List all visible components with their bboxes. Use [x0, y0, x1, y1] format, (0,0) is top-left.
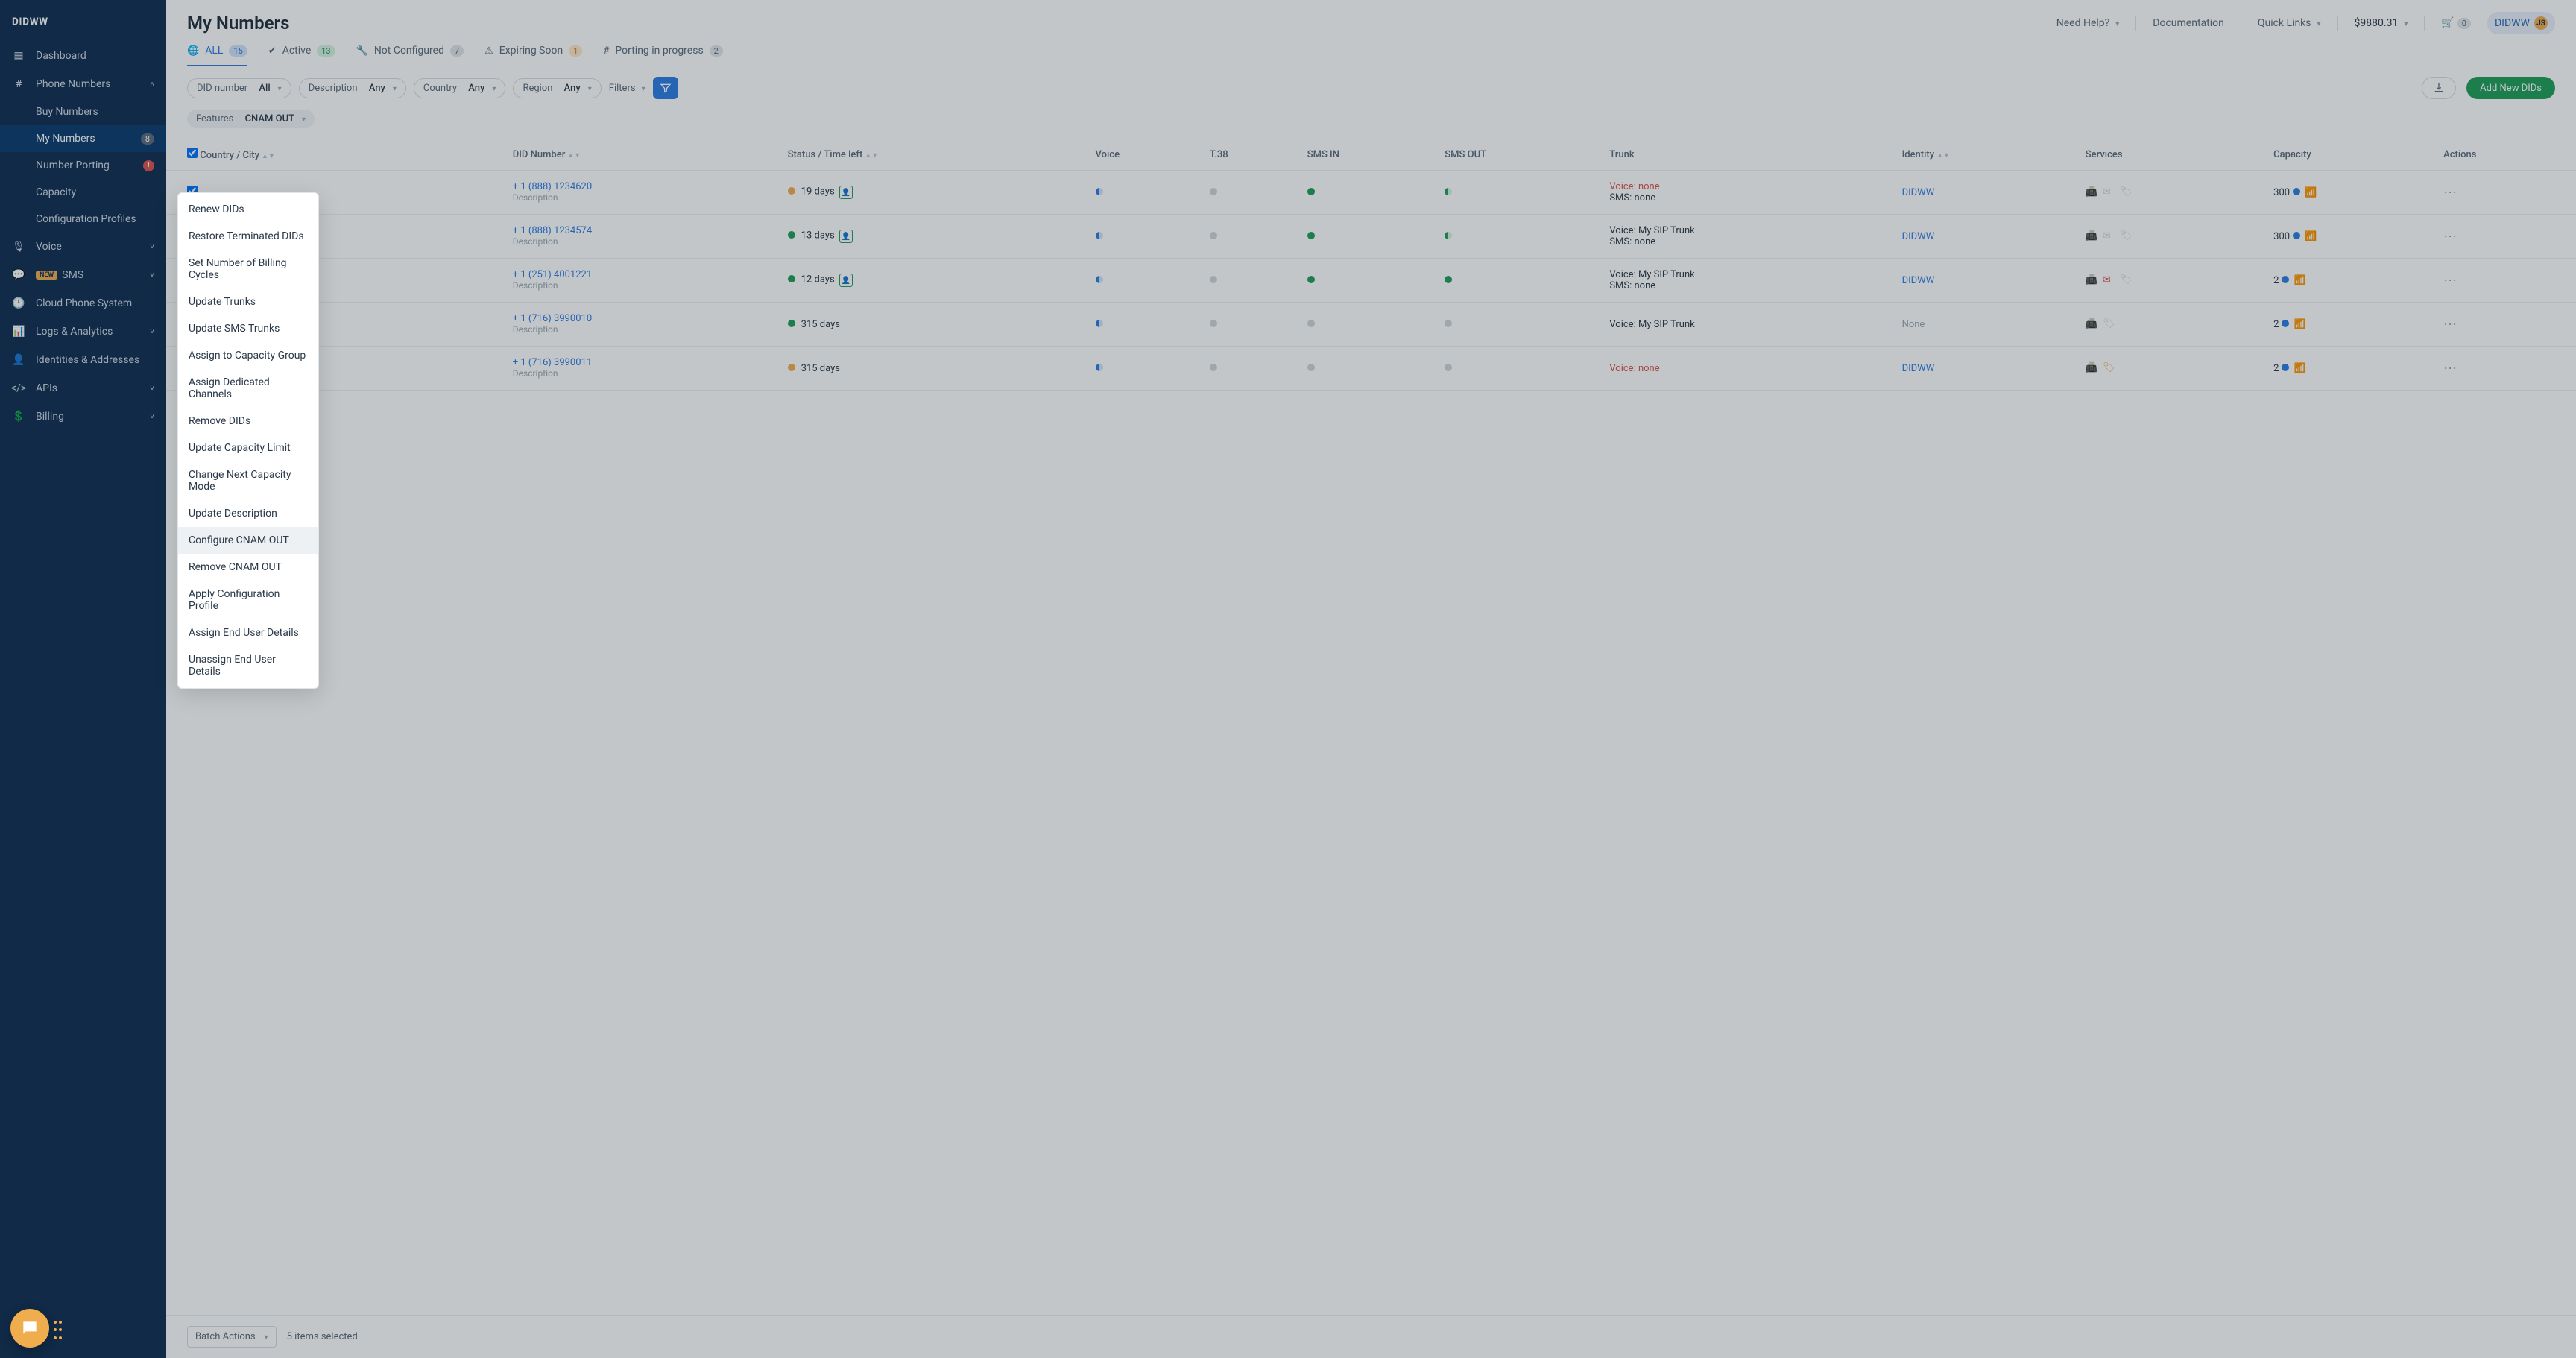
- dropdown-item-assign-dedicated-channels[interactable]: Assign Dedicated Channels: [178, 369, 318, 408]
- chat-drag-handle[interactable]: [54, 1321, 63, 1342]
- dropdown-item-update-sms-trunks[interactable]: Update SMS Trunks: [178, 315, 318, 342]
- chat-icon: [20, 1318, 40, 1338]
- dropdown-item-update-description[interactable]: Update Description: [178, 500, 318, 527]
- modal-overlay[interactable]: [0, 0, 2576, 1358]
- dropdown-item-restore-terminated-dids[interactable]: Restore Terminated DIDs: [178, 223, 318, 250]
- chat-fab[interactable]: [10, 1309, 49, 1348]
- dropdown-item-apply-configuration-profile[interactable]: Apply Configuration Profile: [178, 581, 318, 619]
- dropdown-item-remove-dids[interactable]: Remove DIDs: [178, 408, 318, 435]
- dropdown-item-assign-end-user-details[interactable]: Assign End User Details: [178, 619, 318, 646]
- batch-actions-dropdown: Renew DIDsRestore Terminated DIDsSet Num…: [177, 192, 319, 689]
- dropdown-item-assign-to-capacity-group[interactable]: Assign to Capacity Group: [178, 342, 318, 369]
- dropdown-item-renew-dids[interactable]: Renew DIDs: [178, 196, 318, 223]
- dropdown-item-update-capacity-limit[interactable]: Update Capacity Limit: [178, 435, 318, 461]
- dropdown-item-update-trunks[interactable]: Update Trunks: [178, 288, 318, 315]
- dropdown-item-remove-cnam-out[interactable]: Remove CNAM OUT: [178, 554, 318, 581]
- dropdown-item-set-number-of-billing-cycles[interactable]: Set Number of Billing Cycles: [178, 250, 318, 288]
- dropdown-item-configure-cnam-out[interactable]: Configure CNAM OUT: [178, 527, 318, 554]
- dropdown-item-unassign-end-user-details[interactable]: Unassign End User Details: [178, 646, 318, 685]
- dropdown-item-change-next-capacity-mode[interactable]: Change Next Capacity Mode: [178, 461, 318, 500]
